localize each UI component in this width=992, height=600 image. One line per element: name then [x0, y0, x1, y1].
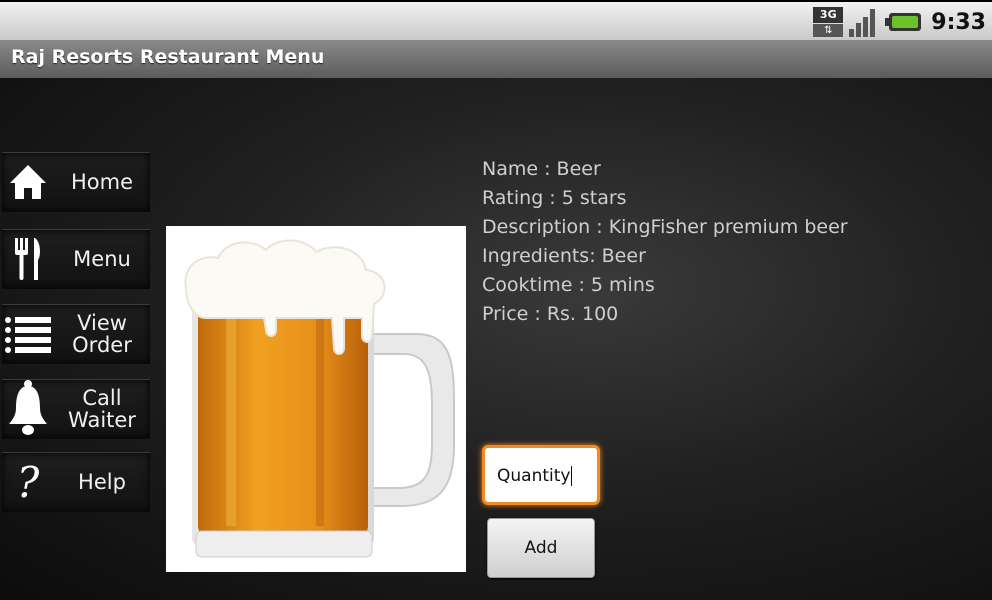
- nav-menu-label: Menu: [73, 247, 131, 271]
- quantity-input[interactable]: Quantity: [482, 445, 600, 505]
- status-time: 9:33: [931, 9, 986, 35]
- battery-icon: [885, 13, 922, 31]
- nav-call-waiter-label: Call Waiter: [68, 386, 136, 432]
- item-image: [166, 226, 466, 572]
- item-name: Name : Beer: [482, 158, 601, 180]
- app-title: Raj Resorts Restaurant Menu: [11, 46, 325, 68]
- title-bar: Raj Resorts Restaurant Menu: [0, 40, 992, 78]
- bell-icon: [2, 380, 54, 435]
- question-icon: ?: [16, 457, 40, 507]
- item-details: Name : Beer Rating : 5 stars Description…: [482, 155, 848, 329]
- nav-menu-button[interactable]: Menu: [2, 229, 150, 289]
- nav-view-order-button[interactable]: View Order: [2, 304, 150, 364]
- network-type-label: 3G: [813, 7, 844, 23]
- nav-help-label: Help: [78, 470, 126, 494]
- nav-home-label: Home: [70, 170, 133, 194]
- add-button[interactable]: Add: [487, 518, 595, 578]
- data-arrows-icon: ⇅: [813, 24, 844, 37]
- quantity-input-text: Quantity: [497, 466, 573, 486]
- fork-knife-icon: [2, 233, 54, 285]
- list-icon: [2, 308, 54, 360]
- beer-mug-illustration: [184, 239, 455, 558]
- status-bar: 3G ⇅ 9:33: [0, 0, 992, 40]
- nav-call-waiter-button[interactable]: Call Waiter: [2, 379, 150, 439]
- 3g-data-icon: 3G ⇅: [813, 7, 844, 37]
- home-icon: [2, 156, 54, 208]
- signal-strength-icon: [849, 7, 879, 37]
- nav-help-button[interactable]: ? Help: [2, 452, 150, 512]
- item-price: Price : Rs. 100: [482, 303, 619, 325]
- nav-view-order-label: View Order: [72, 311, 132, 357]
- item-cooktime: Cooktime : 5 mins: [482, 274, 655, 296]
- nav-home-button[interactable]: Home: [2, 152, 150, 212]
- item-ingredients: Ingredients: Beer: [482, 245, 646, 267]
- item-description: Description : KingFisher premium beer: [482, 216, 848, 238]
- item-rating: Rating : 5 stars: [482, 187, 627, 209]
- status-icons: 3G ⇅ 9:33: [813, 6, 986, 38]
